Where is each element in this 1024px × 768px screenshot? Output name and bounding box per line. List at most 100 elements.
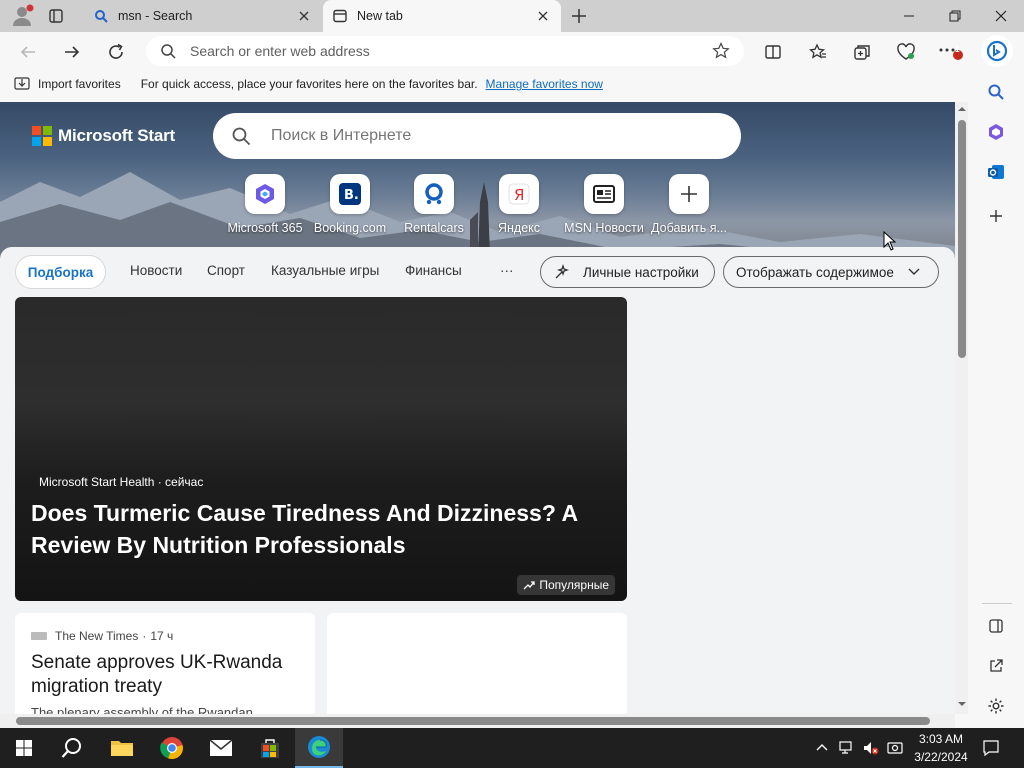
import-favorites-label: Import favorites	[38, 77, 121, 91]
tab-msn-search[interactable]: msn - Search	[84, 0, 322, 32]
browser-essentials-button[interactable]	[892, 38, 920, 66]
quick-link-msn-news[interactable]: MSN Новости	[561, 174, 647, 235]
settings-more-button[interactable]: 1	[936, 38, 964, 66]
article-source: The New Times · 17 ч	[31, 629, 173, 643]
article-snippet: The plenary assembly of the Rwandan	[31, 705, 253, 714]
forward-button[interactable]	[58, 38, 86, 66]
trending-icon	[523, 580, 536, 590]
yandex-icon: Я	[499, 174, 539, 214]
collections-button[interactable]	[848, 38, 876, 66]
web-search-box[interactable]	[213, 113, 741, 159]
back-button[interactable]	[14, 38, 42, 66]
personalize-label: Личные настройки	[583, 264, 699, 280]
scroll-down-icon[interactable]	[957, 700, 967, 708]
quick-link-microsoft-365[interactable]: Microsoft 365	[222, 174, 308, 235]
start-button[interactable]	[0, 728, 48, 768]
favorites-hint: For quick access, place your favorites h…	[140, 77, 478, 91]
chevron-down-icon	[908, 268, 920, 276]
profile-avatar[interactable]	[10, 4, 34, 28]
tab-finance[interactable]: Финансы	[405, 263, 462, 278]
meet-now-icon[interactable]	[886, 739, 904, 757]
refresh-button[interactable]	[102, 38, 130, 66]
import-icon	[14, 77, 30, 91]
gear-icon[interactable]	[984, 694, 1008, 718]
scroll-up-icon[interactable]	[957, 105, 967, 113]
tab-title: New tab	[357, 9, 403, 23]
edge-icon[interactable]	[295, 728, 343, 768]
article-title[interactable]: Does Turmeric Cause Tiredness And Dizzin…	[31, 497, 591, 561]
new-tab-button[interactable]	[570, 7, 588, 25]
mail-icon[interactable]	[197, 728, 245, 768]
horizontal-scroll-thumb[interactable]	[16, 717, 930, 725]
search-icon	[94, 9, 108, 23]
search-icon[interactable]	[984, 80, 1008, 104]
star-icon[interactable]	[712, 42, 730, 60]
hero-article-card[interactable]: Microsoft Start Health · сейчас Does Tur…	[15, 297, 627, 601]
quick-link-label: Booking.com	[313, 221, 387, 235]
office-icon[interactable]	[984, 120, 1008, 144]
network-icon[interactable]	[838, 740, 856, 756]
minimize-button[interactable]	[886, 0, 932, 32]
import-favorites-button[interactable]: Import favorites	[14, 77, 121, 91]
favorites-button[interactable]	[804, 38, 832, 66]
outlook-icon[interactable]	[984, 160, 1008, 184]
clock-date: 3/22/2024	[914, 750, 968, 764]
address-input[interactable]	[188, 42, 712, 60]
quick-link-label: MSN Новости	[564, 221, 644, 235]
split-screen-button[interactable]	[759, 38, 787, 66]
tab-actions-icon[interactable]	[48, 8, 64, 24]
content-visibility-dropdown[interactable]: Отображать содержимое	[723, 256, 939, 288]
new-tab-page: Microsoft Start Microsoft 365 B. Booking…	[0, 102, 955, 714]
chevron-up-icon[interactable]	[815, 741, 829, 755]
article-source: Microsoft Start Health · сейчас	[39, 475, 203, 489]
tab-news[interactable]: Новости	[130, 263, 182, 278]
quick-link-add[interactable]: Добавить я...	[646, 174, 732, 235]
close-window-button[interactable]	[978, 0, 1024, 32]
restore-button[interactable]	[932, 0, 978, 32]
separator-dot: ·	[142, 629, 147, 643]
web-search-input[interactable]	[269, 126, 723, 146]
close-icon[interactable]	[296, 8, 312, 24]
brand-name: Microsoft Start	[58, 126, 175, 145]
article-time: 17 ч	[150, 629, 174, 643]
tab-new-tab[interactable]: New tab	[323, 0, 561, 32]
address-bar[interactable]	[146, 36, 744, 66]
hide-sidebar-icon[interactable]	[984, 614, 1008, 638]
copilot-button[interactable]	[981, 35, 1013, 67]
publisher-logo	[31, 632, 47, 640]
volume-muted-icon[interactable]	[862, 740, 880, 756]
microsoft-logo-icon	[32, 126, 52, 146]
microsoft-365-icon	[245, 174, 285, 214]
news-article-card[interactable]: The New Times · 17 ч Senate approves UK-…	[15, 613, 315, 714]
external-link-icon[interactable]	[984, 654, 1008, 678]
more-tabs-button[interactable]: ···	[500, 263, 514, 278]
close-icon[interactable]	[535, 8, 551, 24]
personalize-button[interactable]: Личные настройки	[540, 256, 715, 288]
chrome-icon[interactable]	[148, 728, 196, 768]
rentalcars-icon	[414, 174, 454, 214]
tab-sport[interactable]: Спорт	[207, 263, 245, 278]
quick-link-booking[interactable]: B. Booking.com	[307, 174, 393, 235]
file-explorer-icon[interactable]	[98, 728, 146, 768]
taskbar-clock[interactable]: 3:03 AM 3/22/2024	[910, 730, 972, 766]
article-title[interactable]: Senate approves UK-Rwanda migration trea…	[31, 651, 301, 699]
tab-casual-games[interactable]: Казуальные игры	[271, 263, 379, 278]
favorites-bar: Import favorites For quick access, place…	[0, 70, 968, 98]
tab-podborka[interactable]: Подборка	[15, 255, 106, 289]
quick-link-rentalcars[interactable]: Rentalcars	[391, 174, 477, 235]
manage-favorites-link[interactable]: Manage favorites now	[486, 77, 603, 91]
svg-text:B.: B.	[344, 188, 359, 203]
article-source-text: Microsoft Start Health · сейчас	[39, 475, 204, 489]
vertical-scroll-thumb[interactable]	[958, 120, 966, 358]
publisher-name: The New Times	[55, 629, 139, 643]
microsoft-start-logo[interactable]: Microsoft Start	[32, 126, 175, 146]
sidebar-divider	[982, 603, 1012, 604]
store-icon[interactable]	[246, 728, 294, 768]
notification-center-icon[interactable]	[982, 739, 1000, 757]
add-icon[interactable]	[984, 204, 1008, 228]
quick-link-label: Microsoft 365	[227, 221, 303, 235]
quick-link-yandex[interactable]: Я Яндекс	[476, 174, 562, 235]
taskbar-search-icon[interactable]	[48, 728, 96, 768]
booking-icon: B.	[330, 174, 370, 214]
clock-time: 3:03 AM	[918, 732, 964, 746]
